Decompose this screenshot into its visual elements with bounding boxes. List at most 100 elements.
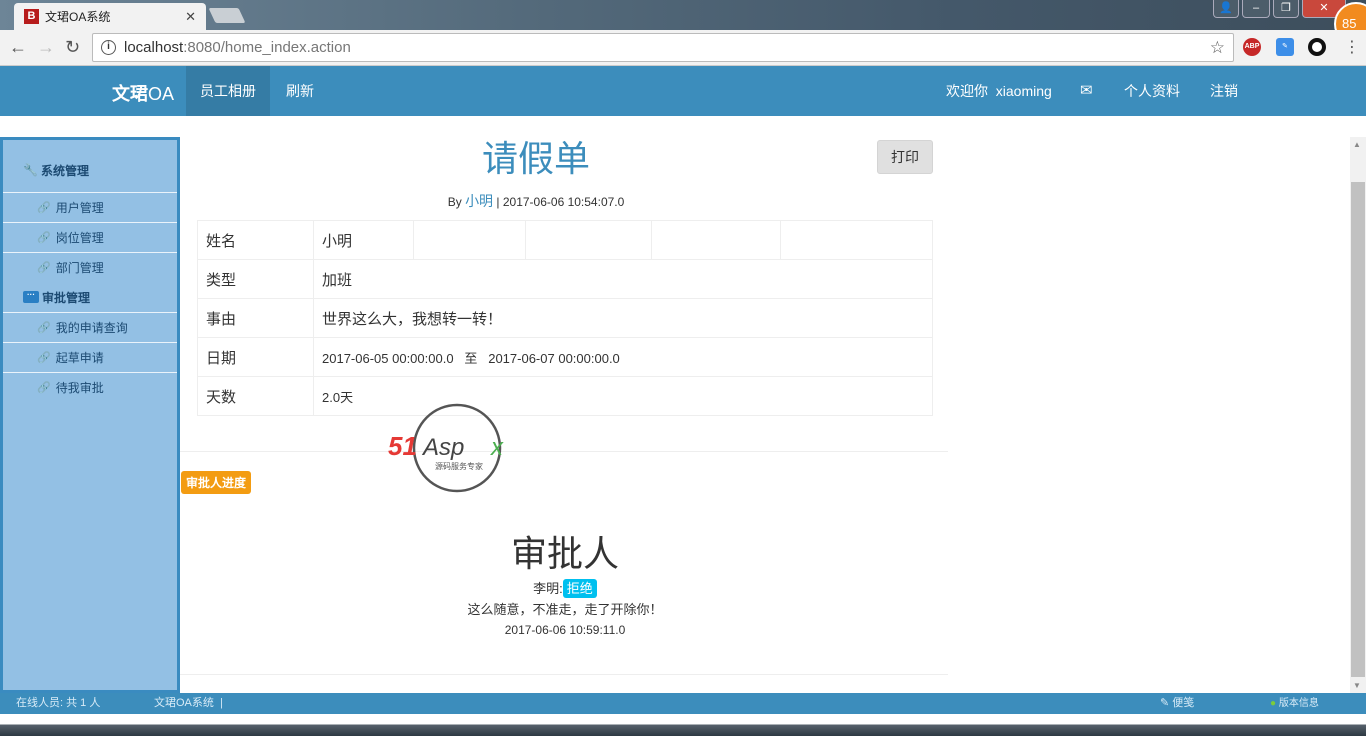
sidebar-group-approval[interactable]: ··· 审批管理	[3, 282, 177, 312]
favicon-icon: B	[24, 9, 39, 24]
item-label: 部门管理	[55, 261, 104, 275]
link-icon: 🔗	[37, 352, 51, 364]
os-taskbar	[0, 714, 1366, 736]
window-controls: 👤 – ❐ ✕	[1213, 0, 1346, 18]
row-label: 日期	[197, 337, 314, 377]
maximize-button[interactable]: ❐	[1273, 0, 1299, 18]
approval-time: 2017-06-06 10:59:11.0	[504, 623, 626, 637]
wrench-icon: 🔧	[23, 163, 38, 177]
reload-icon[interactable]: ↻	[65, 37, 80, 58]
scroll-thumb[interactable]	[1351, 182, 1365, 677]
sidebar-item-departments[interactable]: 🔗 部门管理	[3, 252, 177, 282]
top-navbar: 文珺OA 员工相册 刷新 欢迎你 xiaoming ✉ 个人资料 注销	[0, 66, 1366, 116]
sidebar-item-positions[interactable]: 🔗 岗位管理	[3, 222, 177, 252]
nav-photo-album[interactable]: 员工相册	[186, 66, 270, 116]
user-icon[interactable]: 👤	[1213, 0, 1239, 18]
online-users: 在线人员: 共 1 人	[16, 697, 101, 709]
created-time: | 2017-06-06 10:54:07.0	[496, 195, 625, 209]
back-icon[interactable]: ←	[9, 37, 27, 58]
item-label: 待我审批	[55, 381, 104, 395]
approver-section: 审批人 李明: 拒绝 这么随意，不准走，走了开除你！ 2017-06-06 10:…	[180, 530, 950, 641]
empty-cell	[651, 220, 781, 260]
adblock-icon[interactable]: ABP	[1243, 38, 1261, 56]
url-input[interactable]: i localhost:8080/home_index.action ☆	[92, 33, 1234, 62]
brand-rest: OA	[148, 84, 175, 104]
table-row: 类型 加班	[197, 259, 933, 299]
status-footer: 在线人员: 共 1 人 文珺OA系统 | ✎ 便笺 ● 版本信息	[0, 693, 1366, 714]
close-tab-icon[interactable]: ✕	[185, 9, 196, 25]
item-label: 用户管理	[55, 201, 104, 215]
welcome-user: 欢迎你 xiaoming	[946, 83, 1052, 99]
address-toolbar: ← → ↻ i localhost:8080/home_index.action…	[0, 30, 1366, 66]
nav-refresh[interactable]: 刷新	[272, 66, 328, 116]
new-tab-button[interactable]	[208, 8, 246, 23]
row-label: 类型	[197, 259, 314, 299]
info-icon: ●	[1270, 698, 1277, 709]
row-value: 2017-06-05 00:00:00.0 至 2017-06-07 00:00…	[313, 337, 933, 377]
status-badge: 拒绝	[562, 579, 597, 598]
approver-heading: 审批人	[510, 533, 619, 574]
sidebar-item-pending[interactable]: 🔗 待我审批	[3, 372, 177, 402]
circle-extension-icon[interactable]	[1308, 38, 1326, 56]
empty-cell	[780, 220, 933, 260]
brand-bold: 文珺	[112, 84, 148, 104]
menu-icon[interactable]: ⋮	[1344, 37, 1360, 57]
mail-icon[interactable]: ✉	[1066, 66, 1107, 116]
print-button[interactable]: 打印	[877, 140, 933, 174]
sidebar-item-my-requests[interactable]: 🔗 我的申请查询	[3, 312, 177, 342]
tab-title: 文珺OA系统	[45, 10, 111, 24]
extension-icon[interactable]: ✎	[1276, 38, 1294, 56]
notes-label: 便笺	[1172, 697, 1195, 709]
browser-tab-strip: B 文珺OA系统 ✕ 👤 – ❐ ✕ 85	[0, 0, 1366, 46]
url-path: :8080/home_index.action	[183, 39, 351, 56]
main-content: 请假单 打印 By 小明 | 2017-06-06 10:54:07.0 姓名小…	[180, 137, 1350, 693]
version-info[interactable]: ● 版本信息	[1270, 693, 1319, 714]
browser-tab[interactable]: B 文珺OA系统 ✕	[14, 3, 206, 30]
page-scrollbar[interactable]: ▲ ▼	[1350, 137, 1366, 693]
scroll-down-icon[interactable]: ▼	[1353, 681, 1361, 690]
svg-text:x: x	[490, 434, 504, 461]
link-icon: 🔗	[37, 232, 51, 244]
forward-icon[interactable]: →	[37, 37, 55, 58]
approval-progress-label: 审批人进度	[181, 471, 252, 494]
approver-line: 李明: 拒绝	[180, 578, 950, 599]
divider	[180, 451, 948, 452]
link-icon: 🔗	[37, 382, 51, 394]
link-icon: 🔗	[37, 262, 51, 274]
author-link[interactable]: 小明	[465, 193, 493, 209]
sidebar-item-draft[interactable]: 🔗 起草申请	[3, 342, 177, 372]
minimize-button[interactable]: –	[1242, 0, 1270, 18]
sidebar-item-users[interactable]: 🔗 用户管理	[3, 192, 177, 222]
chat-icon: ···	[23, 291, 39, 303]
row-value: 世界这么大，我想转一转！	[313, 298, 933, 338]
nav-profile[interactable]: 个人资料	[1110, 66, 1194, 116]
row-value: 加班	[313, 259, 933, 299]
bookmark-star-icon[interactable]: ☆	[1210, 38, 1225, 58]
leave-form-table: 姓名 小明 类型 加班 事由 世界这么大，我想转一转！ 日期 2017-06-05 00…	[197, 220, 933, 416]
item-label: 岗位管理	[55, 231, 104, 245]
table-row: 天数 2.0天	[197, 376, 933, 416]
row-label: 事由	[197, 298, 314, 338]
row-label: 姓名	[197, 220, 314, 260]
sidebar: 🔧 系统管理 🔗 用户管理 🔗 岗位管理 🔗 部门管理 ··· 审批管理 🔗 我的申请查询 …	[0, 137, 180, 693]
item-label: 我的申请查询	[55, 321, 128, 335]
group-label: 系统管理	[40, 163, 89, 178]
page-title: 请假单	[481, 138, 590, 179]
link-icon: 🔗	[37, 322, 51, 334]
item-label: 起草申请	[55, 351, 104, 365]
notes-button[interactable]: ✎ 便笺	[1160, 693, 1194, 714]
notepad-icon: ✎	[1160, 697, 1170, 709]
scroll-up-icon[interactable]: ▲	[1353, 140, 1361, 149]
approver-name: 李明:	[533, 581, 563, 596]
by-label: By	[447, 195, 462, 209]
row-label: 天数	[197, 376, 314, 416]
link-icon: 🔗	[37, 202, 51, 214]
brand-logo[interactable]: 文珺OA	[112, 80, 174, 106]
sidebar-group-system[interactable]: 🔧 系统管理	[3, 140, 177, 192]
info-icon[interactable]: i	[101, 40, 116, 55]
empty-cell	[525, 220, 652, 260]
nav-logout[interactable]: 注销	[1196, 66, 1252, 116]
svg-text:Asp: Asp	[421, 434, 464, 461]
version-label: 版本信息	[1278, 698, 1319, 709]
divider	[180, 674, 948, 675]
